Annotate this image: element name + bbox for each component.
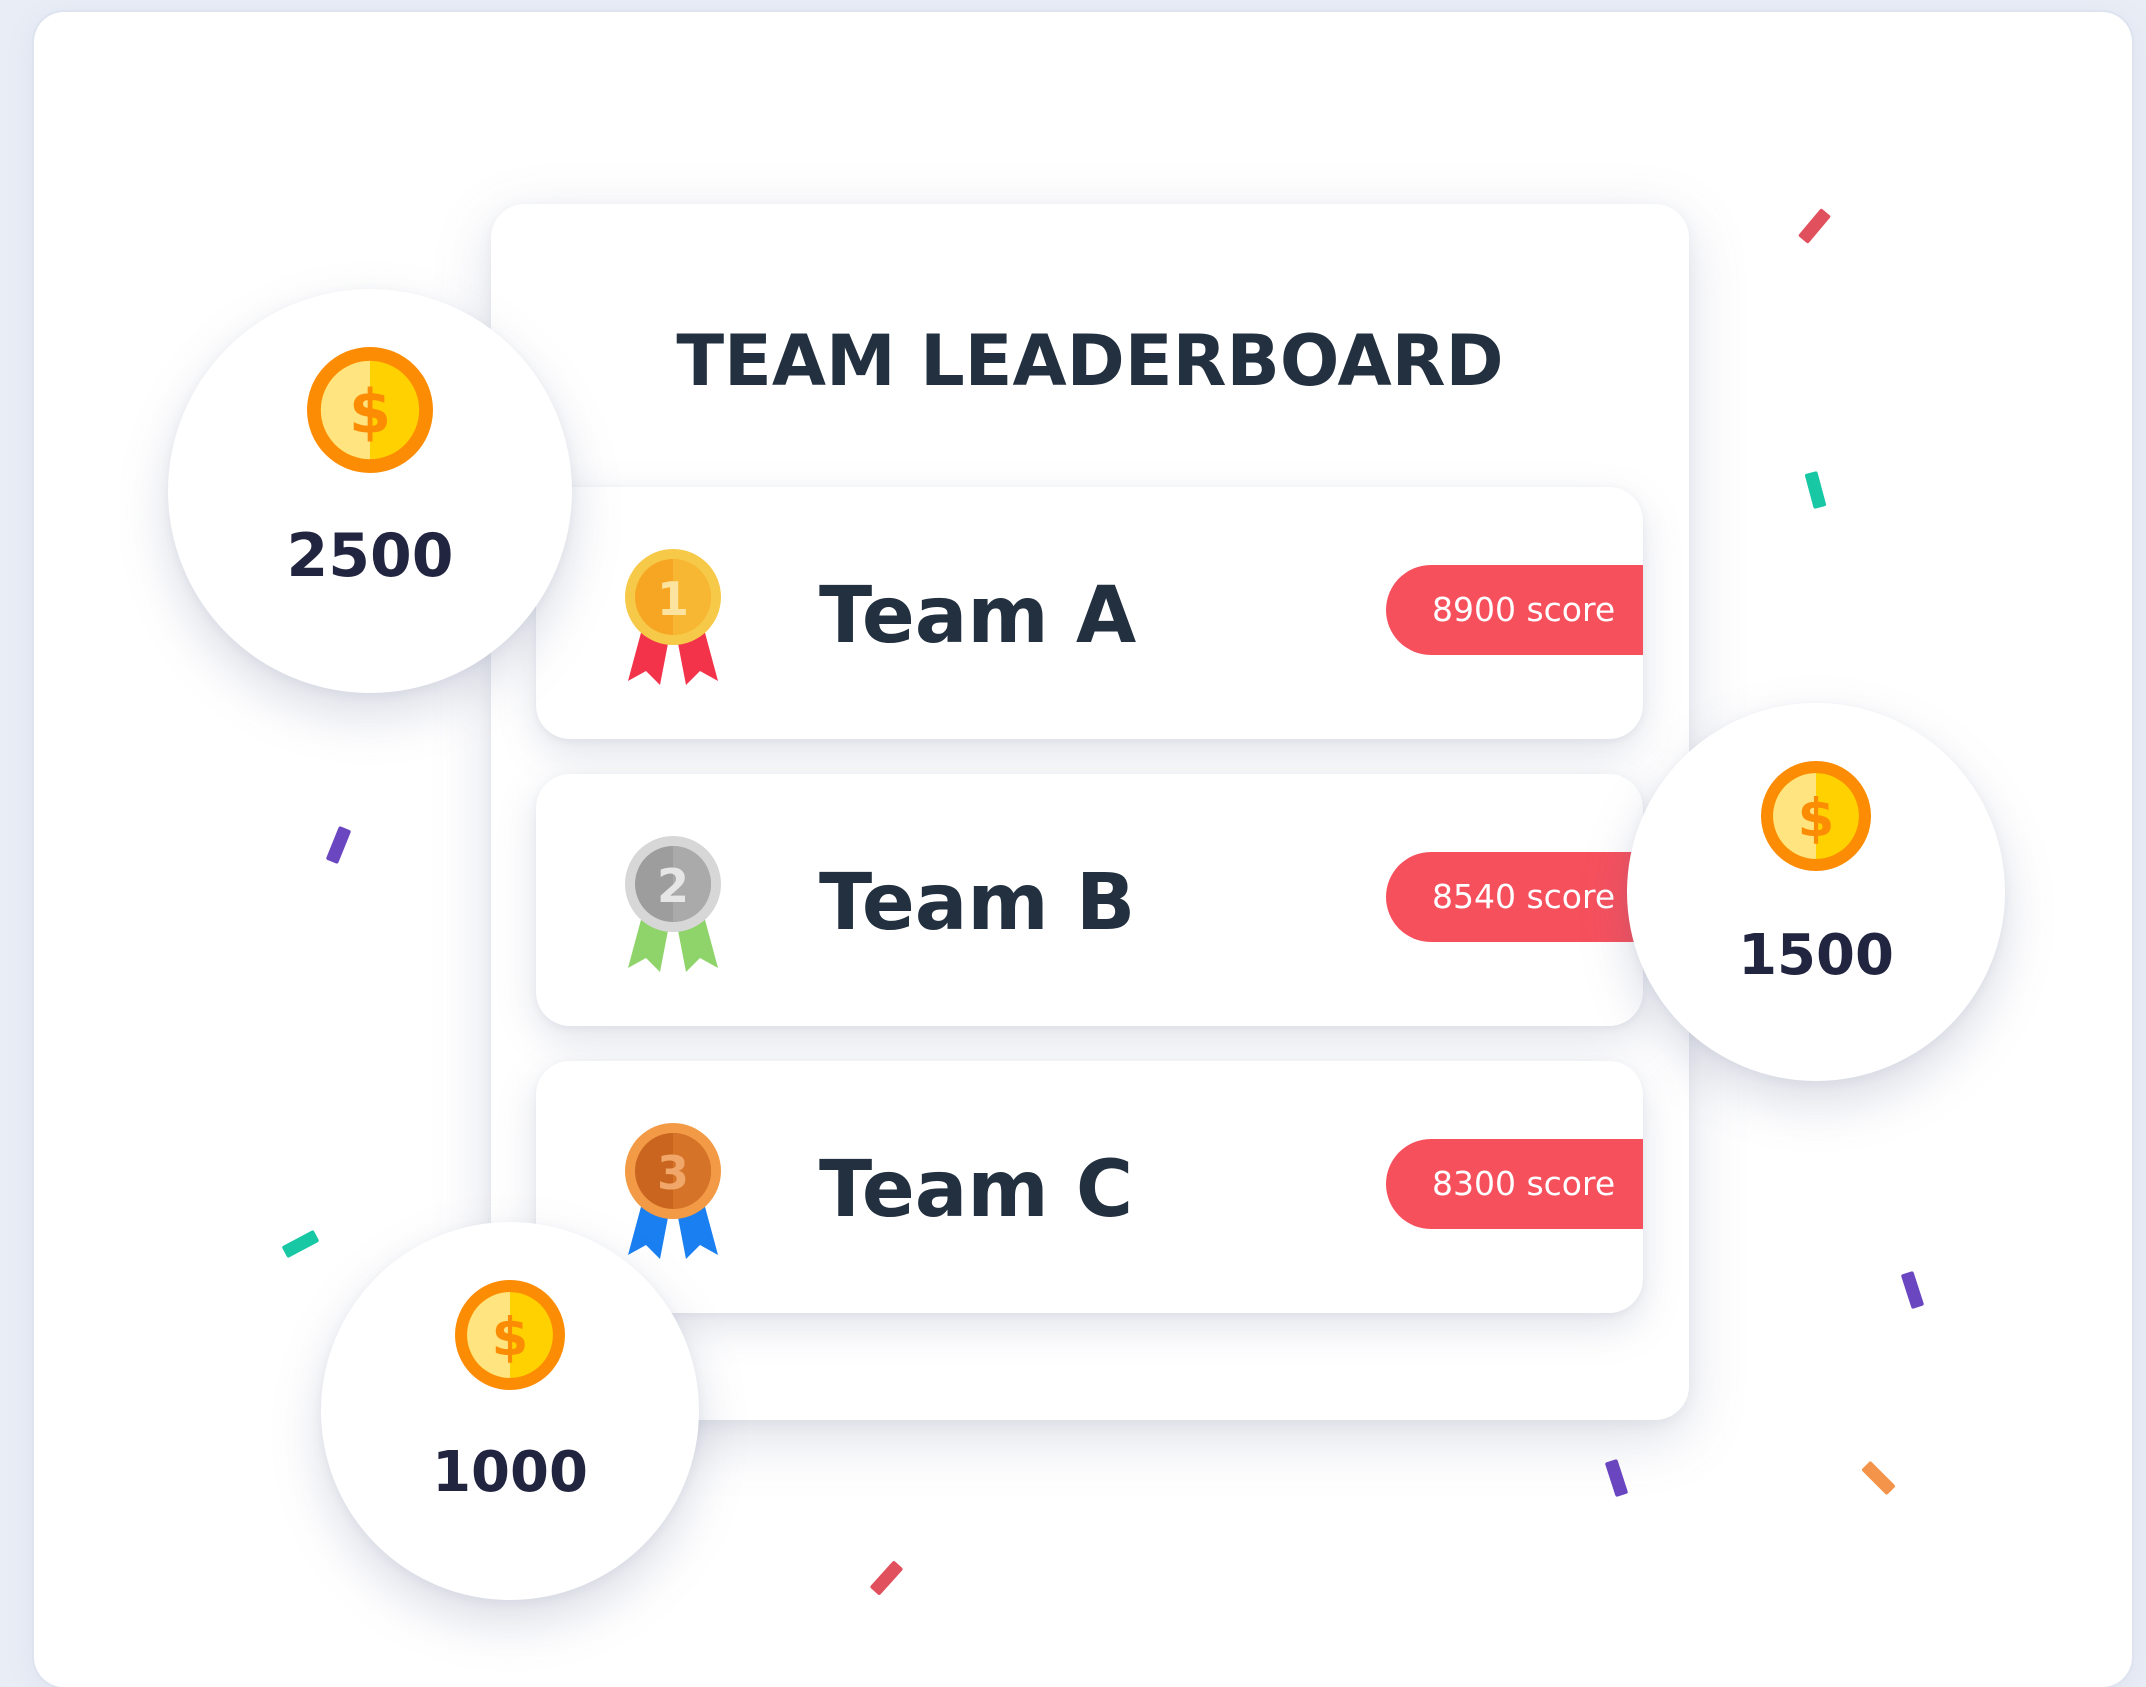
leaderboard-row-team-c[interactable]: 3 Team C 8300 score <box>536 1061 1643 1313</box>
dollar-coin-icon: $ <box>455 1280 565 1390</box>
coin-amount: 1000 <box>432 1440 588 1505</box>
svg-text:$: $ <box>1798 788 1835 849</box>
coin-bubble: $ 1000 <box>321 1222 699 1600</box>
svg-text:2: 2 <box>657 859 689 913</box>
coin-bubble: $ 2500 <box>168 289 572 693</box>
coin-amount: 2500 <box>286 521 454 591</box>
coin-bubble: $ 1500 <box>1627 703 2005 1081</box>
svg-text:3: 3 <box>657 1146 689 1200</box>
bronze-medal-icon: 3 <box>625 1123 721 1259</box>
team-name: Team B <box>819 858 1136 948</box>
dollar-coin-icon: $ <box>1761 761 1871 871</box>
leaderboard-row-team-b[interactable]: 2 Team B 8540 score <box>536 774 1643 1026</box>
silver-medal-icon: 2 <box>625 836 721 972</box>
dollar-coin-icon: $ <box>307 347 433 473</box>
gold-medal-icon: 1 <box>625 549 721 685</box>
svg-text:$: $ <box>349 378 391 448</box>
score-badge: 8900 score <box>1386 565 1643 655</box>
coin-amount: 1500 <box>1738 923 1894 988</box>
score-badge: 8300 score <box>1386 1139 1643 1229</box>
svg-text:$: $ <box>492 1307 529 1368</box>
team-name: Team A <box>819 571 1137 661</box>
team-name: Team C <box>819 1145 1134 1235</box>
svg-text:1: 1 <box>657 572 689 626</box>
leaderboard-row-team-a[interactable]: 1 Team A 8900 score <box>536 487 1643 739</box>
score-badge: 8540 score <box>1386 852 1643 942</box>
